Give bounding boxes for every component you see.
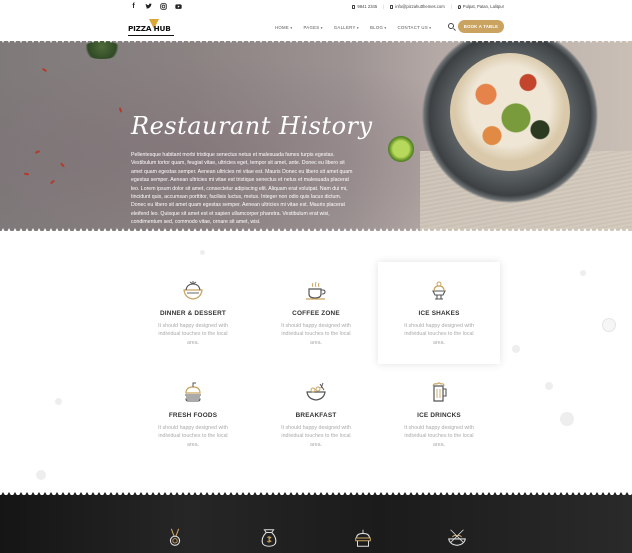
zigzag-top [0,37,632,43]
social-links: f [130,3,182,11]
dish-icon [448,529,466,546]
feature-title: FRESH FOODS [168,412,218,419]
book-a-table-button[interactable]: BOOK A TABLE [458,20,504,33]
feature-description: It should happy designed with individual… [158,425,228,448]
ice-cream-icon [432,281,446,300]
phone-text: 9841 2345 [357,4,378,9]
beer-mug-icon [432,382,447,402]
feature-card[interactable]: FRESH FOODS It should happy designed wit… [132,364,254,466]
bokeh-dot [512,345,520,353]
nav-blog[interactable]: BLOG [370,25,386,30]
bokeh-dot [602,318,616,332]
location-pin-icon [457,4,461,9]
bokeh-dot [580,270,586,276]
nav-contact-us[interactable]: CONTACT US [397,25,431,30]
salad-food-image [450,53,570,171]
facebook-icon[interactable]: f [130,3,137,11]
feature-description: It should happy designed with individual… [158,323,228,346]
nav-gallery[interactable]: GALLERY [334,25,359,30]
lime-image [388,136,414,162]
nav-pages[interactable]: PAGES [303,25,322,30]
logo-text: PIZZA HUB [128,24,171,33]
search-icon[interactable] [448,23,454,29]
email-text[interactable]: info@pizzahutthemes.com [395,4,444,9]
address-item: Pulpat, Patan, Lalitpur [457,4,504,9]
divider: | [450,4,452,9]
breakfast-bowl-icon [306,382,326,401]
feature-card[interactable]: ICE DRINCKS It should happy designed wit… [378,364,500,466]
feature-card[interactable]: COFFEE ZONE It should happy designed wit… [255,262,377,364]
bokeh-dot [36,470,46,480]
logo-underline [128,35,174,36]
burger-icon [185,382,201,402]
instagram-icon[interactable] [160,3,167,11]
herb-decoration [82,41,122,59]
hero-section: Restaurant History Pellentesque habitant… [0,41,632,231]
bokeh-dot [55,398,62,405]
hero-description: Pellentesque habitant morbi tristique se… [131,152,353,226]
phone-icon [352,4,356,9]
cake-icon [355,529,371,547]
feature-description: It should happy designed with individual… [404,323,474,346]
phone-item: 9841 2345 [352,4,377,9]
chat-icon [390,4,394,9]
feature-title: COFFEE ZONE [292,310,340,317]
youtube-icon[interactable] [175,3,182,11]
money-bag-icon [261,529,277,547]
nav-home[interactable]: HOME [275,25,292,30]
feature-card[interactable]: BREAKFAST It should happy designed with … [255,364,377,466]
dessert-bowl-icon [183,281,203,300]
bokeh-dot [545,382,553,390]
feature-title: DINNER & DESSERT [159,310,227,317]
hero-title: Restaurant History [131,112,373,140]
main-nav: HOME PAGES GALLERY BLOG CONTACT US [275,25,431,30]
feature-card[interactable]: DINNER & DESSERT It should happy designe… [132,262,254,364]
feature-card-active[interactable]: ICE SHAKES It should happy designed with… [378,262,500,364]
top-bar: f 9841 2345 | info@pizzahutthemes.com | … [0,0,632,15]
feature-title: ICE SHAKES [418,310,460,317]
feature-description: It should happy designed with individual… [281,323,351,346]
feature-description: It should happy designed with individual… [281,425,351,448]
logo[interactable]: PIZZA HUB [128,18,176,38]
medal-icon [169,528,181,546]
zigzag-bottom [0,228,632,234]
address-text: Pulpat, Patan, Lalitpur [462,4,504,9]
feature-title: BREAKFAST [295,412,337,419]
feature-title: ICE DRINCKS [417,412,461,419]
bokeh-dot [200,250,205,255]
email-item[interactable]: info@pizzahutthemes.com [390,4,445,9]
contact-info: 9841 2345 | info@pizzahutthemes.com | Pu… [352,4,504,9]
feature-description: It should happy designed with individual… [404,425,474,448]
divider: | [383,4,385,9]
stats-section [0,495,632,553]
coffee-cup-icon [306,281,326,300]
bokeh-dot [560,412,574,426]
twitter-icon[interactable] [145,3,152,11]
